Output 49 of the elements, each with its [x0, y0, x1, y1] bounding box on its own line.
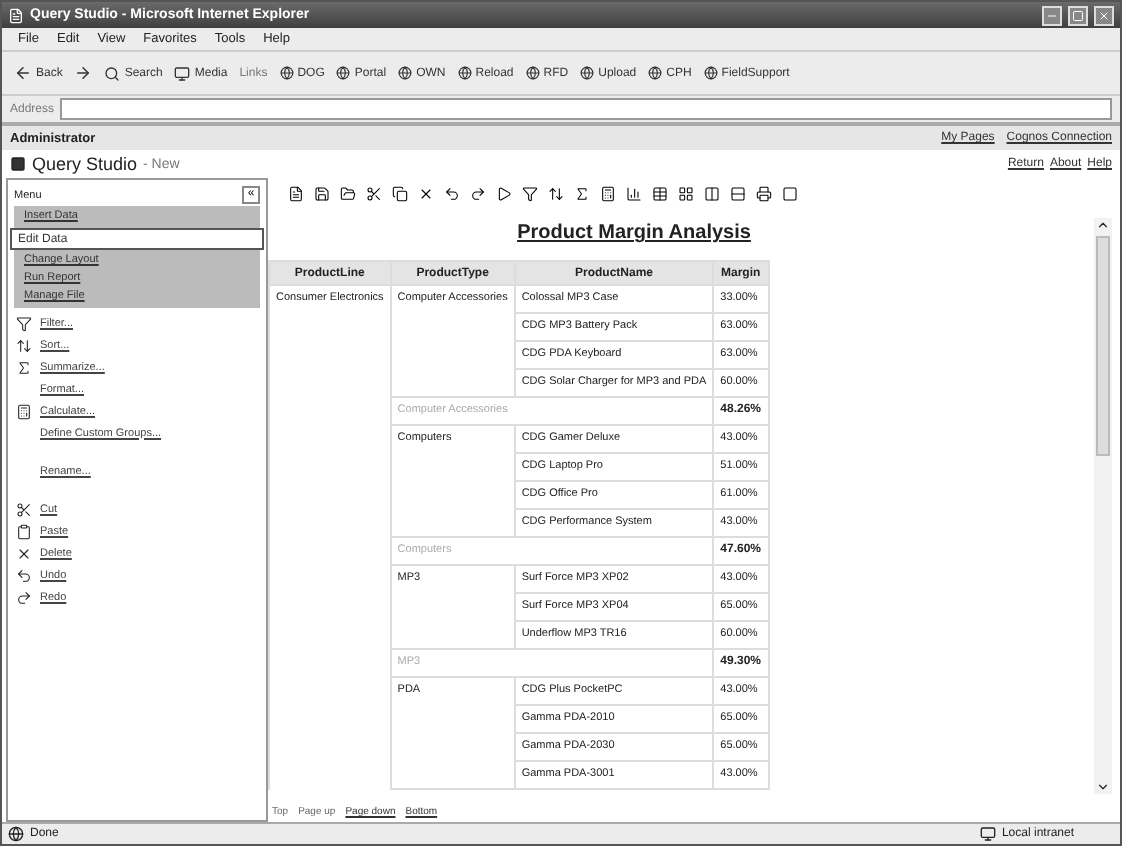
close-icon[interactable]	[418, 186, 434, 202]
columns-icon[interactable]	[704, 186, 720, 202]
save-icon[interactable]	[314, 186, 330, 202]
search-icon	[104, 65, 121, 81]
zone-icon	[979, 826, 996, 842]
maximize-icon	[1072, 9, 1084, 21]
report-title: Product Margin Analysis	[517, 222, 751, 244]
scissors-icon[interactable]	[366, 186, 382, 202]
globe-icon	[457, 66, 472, 80]
new-document-icon[interactable]	[288, 186, 304, 202]
close-button[interactable]	[1094, 5, 1114, 25]
globe-icon	[279, 66, 294, 80]
page-icon	[8, 826, 24, 842]
scroll-down-icon[interactable]	[1096, 780, 1110, 794]
table-icon[interactable]	[652, 186, 668, 202]
app-icon	[8, 7, 24, 23]
sort-icon[interactable]	[548, 186, 564, 202]
globe-icon	[580, 66, 595, 80]
forward-button[interactable]	[74, 64, 93, 82]
redo-icon[interactable]	[470, 186, 486, 202]
rows-icon[interactable]	[730, 186, 746, 202]
address-field[interactable]	[60, 98, 1112, 120]
copy-icon[interactable]	[392, 186, 408, 202]
scrollbar[interactable]	[1094, 218, 1112, 794]
globe-icon	[398, 66, 413, 80]
app-title: Query Studio	[32, 154, 138, 174]
filter-icon[interactable]	[522, 186, 538, 202]
app-logo-icon	[10, 156, 26, 172]
square-icon[interactable]	[782, 186, 798, 202]
grid-icon[interactable]	[678, 186, 694, 202]
globe-icon	[648, 66, 663, 80]
printer-icon[interactable]	[756, 186, 772, 202]
forward-arrow-icon	[74, 64, 93, 82]
sigma-icon[interactable]	[574, 186, 590, 202]
play-icon[interactable]	[496, 186, 512, 202]
calculator-icon[interactable]	[600, 186, 616, 202]
back-arrow-icon	[14, 64, 32, 82]
globe-icon	[525, 66, 540, 80]
bar-chart-icon[interactable]	[626, 186, 642, 202]
maximize-button[interactable]	[1068, 5, 1088, 25]
globe-icon	[703, 66, 718, 80]
minimize-icon	[1046, 9, 1058, 21]
close-icon	[1098, 9, 1110, 21]
minimize-button[interactable]	[1042, 5, 1062, 25]
undo-icon[interactable]	[444, 186, 460, 202]
monitor-icon	[174, 65, 191, 81]
scroll-up-icon[interactable]	[1096, 218, 1110, 232]
folder-icon[interactable]	[340, 186, 356, 202]
globe-icon	[336, 66, 351, 80]
